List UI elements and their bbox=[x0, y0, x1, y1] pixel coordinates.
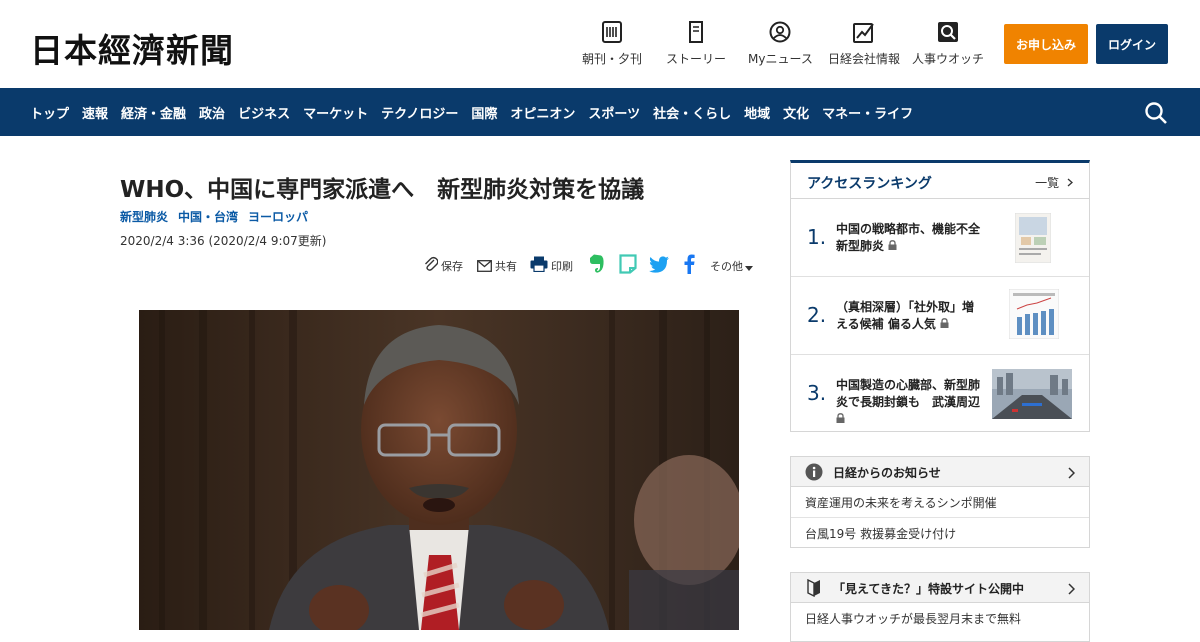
share-label: 共有 bbox=[495, 260, 517, 273]
book-icon bbox=[684, 20, 708, 44]
search-person-icon bbox=[936, 20, 960, 44]
ranking-title: アクセスランキング bbox=[807, 176, 932, 192]
ranking-number: 1. bbox=[807, 225, 827, 249]
nav-item[interactable]: 政治 bbox=[199, 103, 225, 122]
twitter-icon bbox=[649, 255, 669, 277]
ranking-number: 2. bbox=[807, 303, 827, 327]
ranking-item[interactable]: 1. 中国の戦略都市、機能不全 新型肺炎 bbox=[791, 199, 1089, 277]
ranking-number: 3. bbox=[807, 381, 827, 405]
nav-item[interactable]: 社会・くらし bbox=[653, 103, 731, 122]
nav-item[interactable]: 速報 bbox=[82, 103, 108, 122]
login-button[interactable]: ログイン bbox=[1096, 24, 1168, 64]
notice-item[interactable]: 資産運用の未来を考えるシンポ開催 bbox=[791, 487, 1089, 518]
nav-item[interactable]: 経済・金融 bbox=[121, 103, 186, 122]
paperclip-icon bbox=[424, 256, 439, 276]
newspaper-icon bbox=[600, 20, 624, 44]
access-ranking-panel: アクセスランキング 一覧 1. 中国の戦略都市、機能不全 新型肺炎 2. （真相… bbox=[790, 160, 1090, 432]
info-icon bbox=[805, 463, 823, 485]
print-label: 印刷 bbox=[551, 260, 573, 273]
site-logo[interactable]: 日本經濟新聞 bbox=[30, 24, 234, 72]
more-label: その他 bbox=[710, 260, 743, 273]
beginner-mark-icon bbox=[807, 578, 821, 601]
evernote-icon bbox=[587, 254, 605, 278]
notice-title: 日経からのお知らせ bbox=[833, 466, 941, 480]
ranking-headline: 中国の戦略都市、機能不全 新型肺炎 bbox=[836, 222, 993, 253]
nav-label: 人事ウオッチ bbox=[912, 52, 985, 66]
nav-label: Myニュース bbox=[748, 52, 813, 66]
nav-label: 日経会社情報 bbox=[828, 52, 901, 66]
evernote-button[interactable] bbox=[587, 254, 605, 278]
main-navigation: トップ 速報 経済・金融 政治 ビジネス マーケット テクノロジー 国際 オピニオン スポーツ 社会… bbox=[0, 88, 1200, 136]
nav-item[interactable]: 国際 bbox=[471, 103, 497, 122]
ranking-header: アクセスランキング 一覧 bbox=[791, 163, 1089, 199]
article-date: 2020/2/4 3:36 (2020/2/4 9:07更新) bbox=[120, 234, 327, 248]
more-share-dropdown[interactable]: その他 bbox=[707, 254, 753, 278]
notice-item[interactable]: 台風19号 救援募金受け付け bbox=[791, 518, 1089, 549]
nav-list: トップ 速報 経済・金融 政治 ビジネス マーケット テクノロジー 国際 オピニオン スポーツ 社会… bbox=[30, 88, 926, 136]
nav-item[interactable]: オピニオン bbox=[510, 103, 575, 122]
site-header: 日本經濟新聞 朝刊・夕刊 ストーリー Myニュース 日経会社情報 人事ウオッチ … bbox=[0, 0, 1200, 88]
save-label: 保存 bbox=[441, 260, 463, 273]
caret-down-icon bbox=[745, 257, 753, 276]
nav-item[interactable]: スポーツ bbox=[588, 103, 640, 122]
nav-item[interactable]: 文化 bbox=[783, 103, 809, 122]
ranking-thumbnail bbox=[1014, 212, 1052, 267]
tag-link[interactable]: 中国・台湾 bbox=[178, 208, 238, 225]
view-all-label: 一覧 bbox=[1035, 176, 1060, 190]
notice-header[interactable]: 日経からのお知らせ bbox=[791, 457, 1089, 487]
promo-title: 「見えてきた？」特設サイト公開中 bbox=[833, 582, 1025, 596]
mail-icon bbox=[477, 257, 492, 276]
article-title: WHO、中国に専門家派遣へ 新型肺炎対策を協議 bbox=[120, 177, 645, 203]
nav-item[interactable]: トップ bbox=[30, 103, 69, 122]
user-icon bbox=[768, 20, 792, 44]
lock-icon bbox=[836, 412, 845, 426]
nav-morning-evening-edition[interactable]: 朝刊・夕刊 bbox=[582, 20, 642, 67]
nav-item[interactable]: 地域 bbox=[744, 103, 770, 122]
nav-item[interactable]: マーケット bbox=[303, 103, 368, 122]
article-tags: 新型肺炎 中国・台湾 ヨーロッパ bbox=[120, 208, 318, 225]
lock-icon bbox=[888, 239, 897, 253]
chevron-right-icon bbox=[1068, 464, 1076, 483]
ranking-headline: 中国製造の心臓部、新型肺炎で長期封鎖も 武漢周辺 bbox=[836, 377, 981, 428]
ranking-headline: （真相深層）「社外取」増える候補 偏る人気 bbox=[836, 300, 975, 331]
nikkei-notice-panel: 日経からのお知らせ 資産運用の未来を考えるシンポ開催 台風19号 救援募金受け付… bbox=[790, 456, 1090, 548]
ranking-thumbnail bbox=[992, 369, 1072, 423]
note-icon bbox=[619, 254, 637, 278]
promo-panel: 「見えてきた？」特設サイト公開中 日経人事ウオッチが最長翌月末まで無料 bbox=[790, 572, 1090, 642]
facebook-button[interactable] bbox=[684, 254, 695, 278]
note-button[interactable] bbox=[619, 254, 637, 278]
promo-header[interactable]: 「見えてきた？」特設サイト公開中 bbox=[791, 573, 1089, 603]
ranking-view-all-link[interactable]: 一覧 bbox=[1035, 174, 1073, 191]
nav-my-news[interactable]: Myニュース bbox=[748, 20, 813, 67]
nav-label: 朝刊・夕刊 bbox=[582, 52, 643, 66]
chart-icon bbox=[852, 20, 876, 44]
save-button[interactable]: 保存 bbox=[424, 254, 463, 278]
lock-icon bbox=[940, 317, 949, 331]
nav-item[interactable]: ビジネス bbox=[238, 103, 290, 122]
tag-link[interactable]: 新型肺炎 bbox=[120, 208, 168, 225]
nav-story[interactable]: ストーリー bbox=[666, 20, 726, 67]
tag-link[interactable]: ヨーロッパ bbox=[248, 208, 308, 225]
print-button[interactable]: 印刷 bbox=[530, 254, 573, 278]
ranking-item[interactable]: 3. 中国製造の心臓部、新型肺炎で長期封鎖も 武漢周辺 bbox=[791, 355, 1089, 433]
promo-item[interactable]: 日経人事ウオッチが最長翌月末まで無料 bbox=[791, 603, 1089, 634]
chevron-right-icon bbox=[1067, 176, 1073, 190]
nav-item[interactable]: テクノロジー bbox=[381, 103, 458, 122]
ranking-thumbnail bbox=[1008, 288, 1060, 343]
ranking-item[interactable]: 2. （真相深層）「社外取」増える候補 偏る人気 bbox=[791, 277, 1089, 355]
chevron-right-icon bbox=[1068, 580, 1076, 599]
printer-icon bbox=[530, 256, 548, 276]
twitter-button[interactable] bbox=[649, 254, 669, 278]
nav-label: ストーリー bbox=[666, 52, 727, 66]
apply-button[interactable]: お申し込み bbox=[1004, 24, 1088, 64]
article-photo bbox=[139, 310, 739, 630]
nav-item[interactable]: マネー・ライフ bbox=[822, 103, 913, 122]
nav-personnel-watch[interactable]: 人事ウオッチ bbox=[912, 20, 984, 67]
search-icon[interactable] bbox=[1144, 101, 1168, 125]
facebook-icon bbox=[684, 254, 695, 278]
nav-company-info[interactable]: 日経会社情報 bbox=[828, 20, 900, 67]
share-button[interactable]: 共有 bbox=[477, 254, 517, 278]
